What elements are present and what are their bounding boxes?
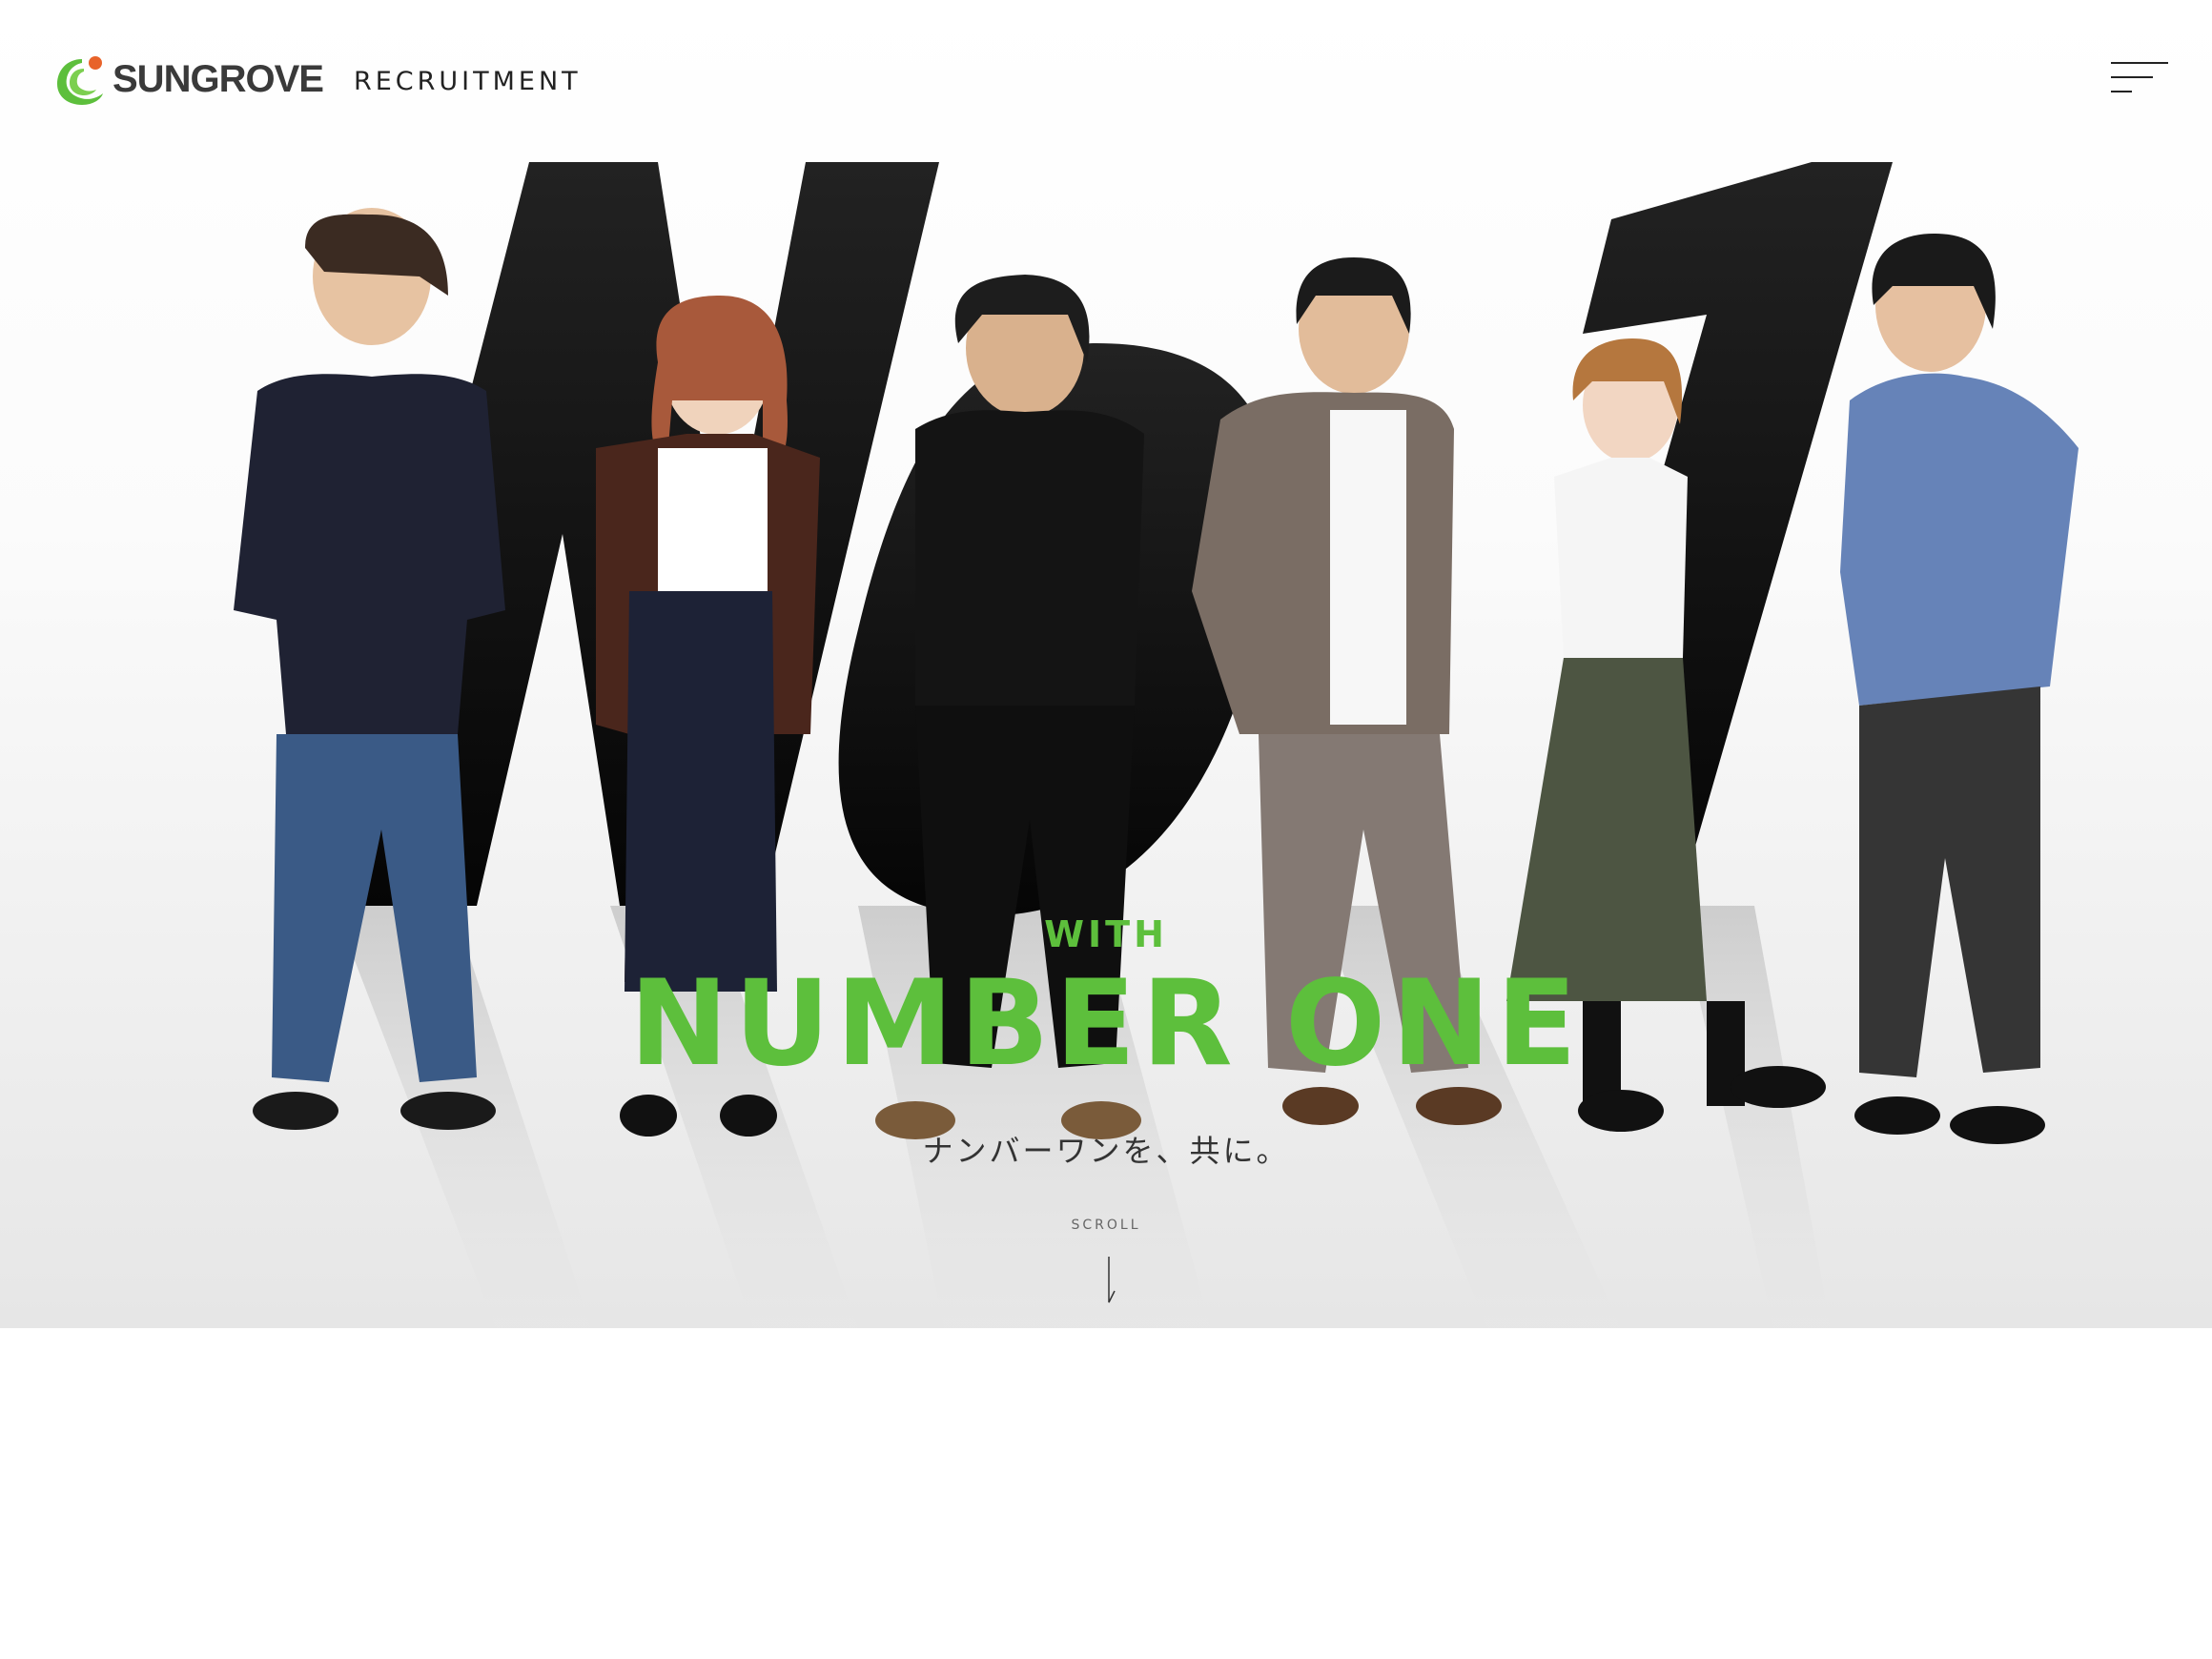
site-logo[interactable]: SUNGROVE RECRUITMENT	[53, 51, 582, 107]
menu-line	[2111, 62, 2168, 64]
menu-line	[2111, 76, 2153, 78]
scroll-label[interactable]: SCROLL	[0, 1218, 2212, 1233]
menu-line	[2111, 91, 2132, 92]
hero-section: WITH NUMBER ONE ナンバーワンを、共に。 SCROLL	[0, 0, 2212, 1328]
with-label: WITH	[1044, 913, 1168, 955]
sungrove-logo-icon	[57, 56, 103, 105]
hero-subtitle: ナンバーワンを、共に。	[922, 1133, 1290, 1169]
logo-subtitle: RECRUITMENT	[353, 66, 582, 96]
hamburger-menu-icon[interactable]	[2107, 57, 2170, 99]
hero-headline: NUMBER ONE	[629, 955, 1583, 1093]
logo-wordmark: SUNGROVE	[113, 58, 324, 100]
site-header: SUNGROVE RECRUITMENT	[0, 0, 2212, 162]
scroll-arrow-icon[interactable]	[1106, 1257, 1116, 1304]
